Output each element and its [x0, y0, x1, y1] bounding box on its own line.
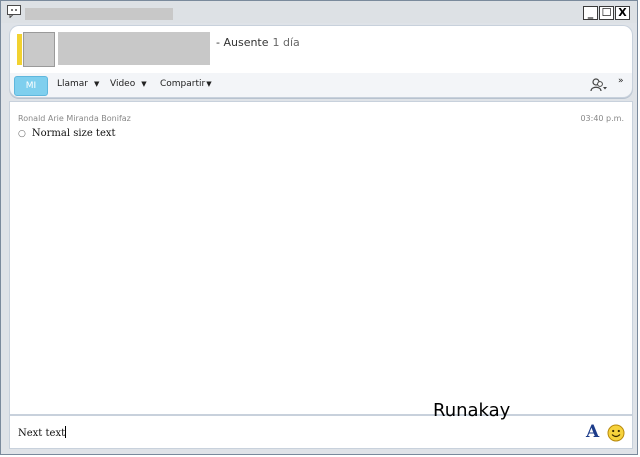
share-menu[interactable]: Compartir▼: [160, 79, 212, 89]
message-input[interactable]: Next text A: [9, 415, 633, 449]
contact-name-redacted: [58, 32, 210, 65]
message-time: 03:40 p.m.: [580, 114, 624, 123]
chat-window: _ ☐ X - Ausente 1 día MI Llamar ▼ Video ▼ C…: [0, 0, 638, 455]
input-text: Next text: [18, 426, 67, 439]
contact-header: - Ausente 1 día: [9, 25, 633, 74]
chevron-down-icon: ▼: [94, 80, 100, 88]
status-text: - Ausente: [216, 36, 269, 49]
mi-tab[interactable]: MI: [14, 76, 48, 96]
presence-indicator: [17, 34, 22, 65]
emoticon-icon[interactable]: [607, 424, 625, 442]
contact-status: - Ausente 1 día: [216, 36, 300, 49]
contacts-icon[interactable]: [590, 77, 608, 93]
message-body: ○ Normal size text: [18, 128, 116, 139]
window-title-redacted: [25, 8, 173, 20]
video-label: Video: [110, 79, 136, 89]
minimize-button[interactable]: _: [583, 6, 598, 20]
watermark-text: Runakay: [433, 400, 511, 421]
chevron-down-icon: ▼: [206, 80, 212, 88]
close-button[interactable]: X: [615, 6, 630, 20]
video-menu[interactable]: Video ▼: [110, 79, 147, 89]
conversation-history[interactable]: Ronald Arie Miranda Bonifaz 03:40 p.m. ○…: [9, 101, 633, 415]
more-options-icon[interactable]: »: [618, 76, 624, 86]
message-sender: Ronald Arie Miranda Bonifaz: [18, 114, 131, 123]
title-bar[interactable]: _ ☐ X: [1, 1, 637, 23]
text-cursor: [65, 426, 67, 438]
call-label: Llamar: [57, 79, 89, 89]
bullet-icon: ○: [18, 129, 26, 139]
chat-app-icon: [7, 5, 21, 18]
font-icon[interactable]: A: [586, 422, 599, 442]
maximize-button[interactable]: ☐: [599, 6, 614, 20]
call-menu[interactable]: Llamar ▼: [57, 79, 99, 89]
share-label: Compartir: [160, 79, 206, 89]
chevron-down-icon: ▼: [141, 80, 147, 88]
contact-avatar[interactable]: [23, 32, 55, 67]
status-duration: 1 día: [272, 36, 300, 49]
conversation-toolbar: MI Llamar ▼ Video ▼ Compartir▼ »: [9, 73, 633, 98]
message-text: Normal size text: [31, 128, 116, 139]
input-value: Next text: [18, 428, 66, 439]
